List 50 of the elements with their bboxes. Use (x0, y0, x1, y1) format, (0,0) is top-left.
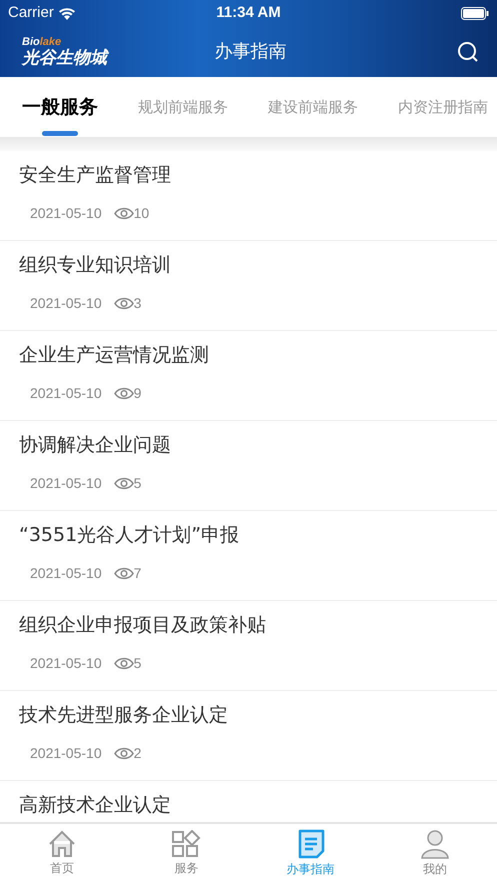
eye-icon (114, 387, 134, 400)
logo-bio: Bio (22, 36, 40, 48)
carrier-label: Carrier (8, 2, 54, 23)
search-icon[interactable] (457, 40, 479, 62)
item-date: 2021-05-10 (30, 294, 102, 313)
eye-icon (114, 477, 134, 490)
item-title: “3551光谷人才计划”申报 (19, 523, 240, 548)
logo-name: 光谷生物城 (22, 50, 142, 66)
logo-lake: lake (40, 36, 62, 48)
item-title: 组织专业知识培训 (19, 253, 172, 278)
item-title: 组织企业申报项目及政策补贴 (19, 613, 267, 638)
clock-time: 11:34 AM (216, 2, 281, 23)
nav-tab[interactable]: 首页 (0, 824, 124, 883)
eye-icon (114, 657, 134, 670)
view-count: 5 (134, 654, 142, 673)
guide-item[interactable]: 企业生产运营情况监测 2021-05-10 9 (0, 331, 497, 421)
eye-icon (114, 747, 134, 760)
item-title: 企业生产运营情况监测 (19, 343, 210, 368)
item-title: 技术先进型服务企业认定 (19, 703, 229, 728)
item-date: 2021-05-10 (30, 384, 102, 403)
view-count: 7 (134, 564, 142, 583)
item-title: 安全生产监督管理 (19, 163, 172, 188)
item-date: 2021-05-10 (30, 204, 102, 223)
view-count: 10 (134, 204, 150, 223)
nav-tab[interactable]: 服务 (124, 824, 248, 883)
view-count: 9 (134, 384, 142, 403)
view-count: 3 (134, 294, 142, 313)
guide-item[interactable]: 组织专业知识培训 2021-05-10 3 (0, 241, 497, 331)
guide-item[interactable]: 安全生产监督管理 2021-05-10 10 (0, 151, 497, 241)
view-count: 2 (134, 744, 142, 763)
guide-item[interactable]: 组织企业申报项目及政策补贴 2021-05-10 5 (0, 601, 497, 691)
item-title: 协调解决企业问题 (19, 433, 172, 458)
battery-icon (460, 6, 489, 20)
view-count: 5 (134, 474, 142, 493)
item-date: 2021-05-10 (30, 474, 102, 493)
page-title: 办事指南 (214, 40, 286, 64)
wifi-icon (58, 6, 76, 20)
eye-icon (114, 207, 134, 220)
item-title: 高新技术企业认定 (19, 793, 172, 818)
eye-icon (114, 567, 134, 580)
item-date: 2021-05-10 (30, 564, 102, 583)
item-date: 2021-05-10 (30, 744, 102, 763)
guide-item[interactable]: 协调解决企业问题 2021-05-10 5 (0, 421, 497, 511)
eye-icon (114, 297, 134, 310)
guide-item[interactable]: 技术先进型服务企业认定 2021-05-10 2 (0, 691, 497, 781)
guide-item[interactable]: “3551光谷人才计划”申报 2021-05-10 7 (0, 511, 497, 601)
category-tab[interactable]: 一般服务 (22, 77, 98, 137)
item-date: 2021-05-10 (30, 654, 102, 673)
nav-tab[interactable]: 我的 (372, 824, 497, 883)
tab-underline (42, 131, 78, 136)
